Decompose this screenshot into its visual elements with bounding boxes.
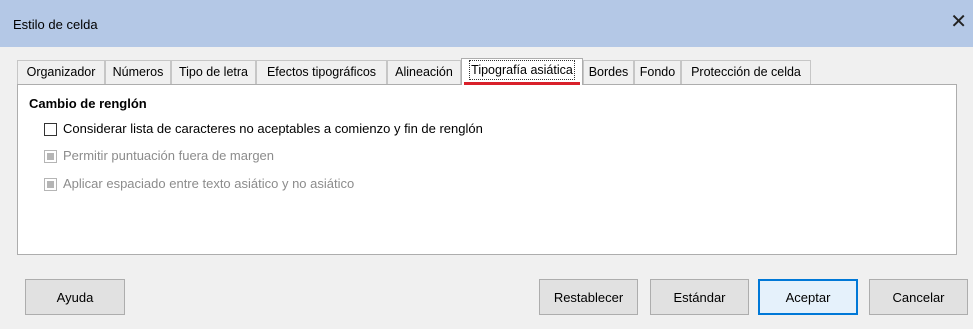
tab-proteccion-de-celda[interactable]: Protección de celda xyxy=(681,60,811,84)
group-title: Cambio de renglón xyxy=(29,96,147,111)
tab-tipografia-asiatica[interactable]: Tipografía asiática xyxy=(461,58,583,85)
tab-alineacion[interactable]: Alineación xyxy=(387,60,461,84)
option-label: Aplicar espaciado entre texto asiático y… xyxy=(63,176,355,191)
option-label: Considerar lista de caracteres no acepta… xyxy=(63,121,483,136)
tab-numeros[interactable]: Números xyxy=(105,60,171,84)
cancel-button[interactable]: Cancelar xyxy=(869,279,968,315)
ok-button[interactable]: Aceptar xyxy=(758,279,858,315)
help-button[interactable]: Ayuda xyxy=(25,279,125,315)
option-label: Permitir puntuación fuera de margen xyxy=(63,148,275,163)
tab-fondo[interactable]: Fondo xyxy=(634,60,681,84)
title-bar: Estilo de celda ✕ xyxy=(0,0,973,47)
checkbox-permitir-puntuacion xyxy=(44,150,57,163)
tab-bordes[interactable]: Bordes xyxy=(583,60,634,84)
close-icon[interactable]: ✕ xyxy=(950,12,967,32)
tab-efectos-tipograficos[interactable]: Efectos tipográficos xyxy=(256,60,387,84)
tab-organizador[interactable]: Organizador xyxy=(17,60,105,84)
checkbox-aplicar-espaciado xyxy=(44,178,57,191)
tab-tipo-de-letra[interactable]: Tipo de letra xyxy=(171,60,256,84)
window-title: Estilo de celda xyxy=(13,17,98,32)
active-tab-indicator xyxy=(464,82,580,85)
standard-button[interactable]: Estándar xyxy=(650,279,749,315)
tab-panel-tipografia-asiatica: Cambio de renglón Considerar lista de ca… xyxy=(17,84,957,255)
reset-button[interactable]: Restablecer xyxy=(539,279,638,315)
checkbox-considerar-lista[interactable] xyxy=(44,123,57,136)
